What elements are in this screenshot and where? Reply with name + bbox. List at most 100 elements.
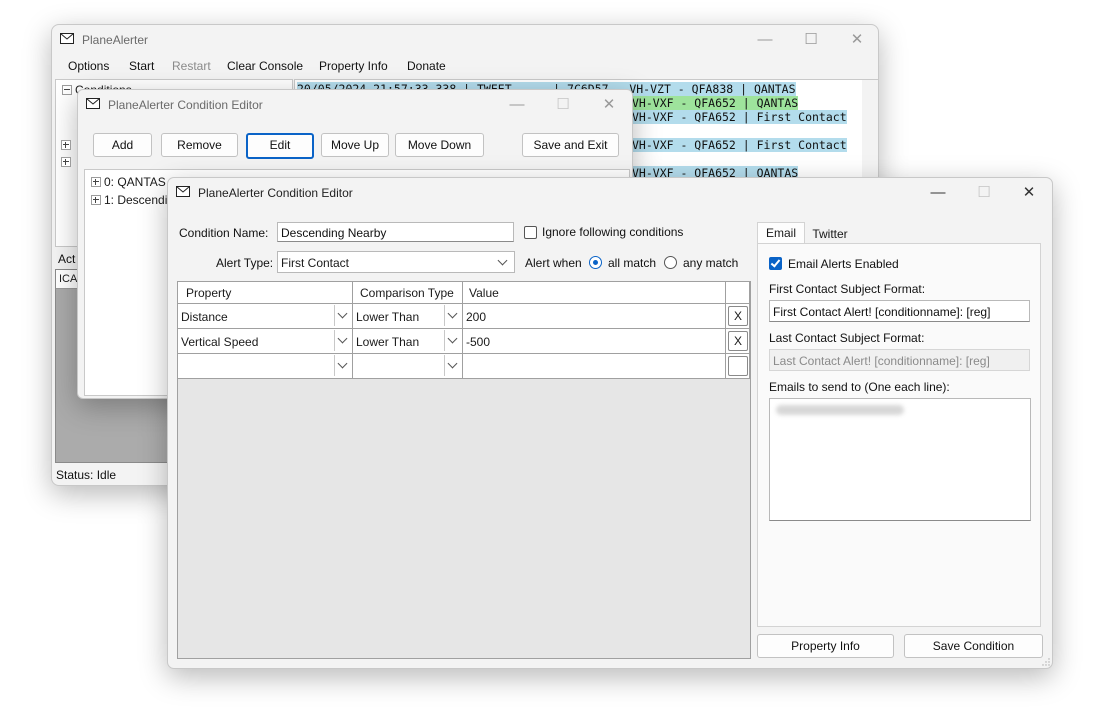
menu-options[interactable]: Options (68, 59, 109, 73)
grid-header-value[interactable]: Value (463, 282, 726, 304)
chevron-down-icon (337, 308, 348, 319)
email-tab-page: Email Alerts Enabled First Contact Subje… (757, 243, 1041, 627)
maximize-button[interactable]: ☐ (788, 25, 834, 55)
grid-header-comparison[interactable]: Comparison Type (353, 282, 463, 304)
property-dropdown[interactable] (334, 305, 351, 326)
emails-textarea[interactable] (769, 398, 1031, 521)
grid-header-property[interactable]: Property (178, 282, 353, 304)
maximize-button: ☐ (977, 184, 991, 201)
save-and-exit-button[interactable]: Save and Exit (522, 133, 619, 157)
remove-button[interactable]: Remove (161, 133, 238, 157)
minimize-button[interactable]: — (742, 25, 788, 55)
comparison-dropdown[interactable] (444, 305, 461, 326)
expand-icon[interactable] (91, 177, 101, 187)
menu-donate[interactable]: Donate (407, 59, 446, 73)
add-button[interactable]: Add (93, 133, 152, 157)
new-property-cell[interactable] (178, 354, 353, 379)
edit-button[interactable]: Edit (246, 133, 314, 159)
front-condition-editor: PlaneAlerter Condition Editor — ☐ ✕ Cond… (167, 177, 1053, 669)
alert-type-label: Alert Type: (216, 256, 274, 270)
menu-start[interactable]: Start (129, 59, 154, 73)
chevron-down-icon (447, 333, 458, 344)
close-button[interactable]: ✕ (1006, 178, 1052, 208)
minimize-button[interactable]: — (494, 90, 540, 120)
value-cell[interactable]: -500 (463, 329, 726, 354)
property-cell[interactable]: Distance (178, 304, 353, 329)
chevron-down-icon (337, 358, 348, 369)
front-editor-title: PlaneAlerter Condition Editor (198, 186, 353, 200)
remove-row-button[interactable]: X (728, 306, 748, 326)
last-subject-input: Last Contact Alert! [conditionname]: [re… (769, 349, 1030, 371)
tree-node-condition-0[interactable]: 0: QANTAS (91, 175, 166, 189)
emails-label: Emails to send to (One each line): (769, 380, 950, 394)
chevron-down-icon (447, 358, 458, 369)
property-dropdown[interactable] (334, 355, 351, 376)
remove-row-button[interactable]: X (728, 331, 748, 351)
comparison-cell[interactable]: Lower Than (353, 304, 463, 329)
comparison-cell[interactable]: Lower Than (353, 329, 463, 354)
property-cell[interactable]: Vertical Speed (178, 329, 353, 354)
ignore-following-checkbox[interactable] (524, 226, 537, 239)
all-match-label: all match (608, 256, 657, 270)
new-value-cell[interactable] (463, 354, 726, 379)
status-text: Status: Idle (56, 468, 117, 482)
expand-icon[interactable] (91, 195, 101, 205)
envelope-icon (60, 33, 74, 44)
back-editor-titlebar[interactable]: PlaneAlerter Condition Editor — ☐ ✕ (78, 90, 632, 120)
move-down-button[interactable]: Move Down (395, 133, 484, 157)
condition-name-input[interactable]: Descending Nearby (277, 222, 514, 242)
remove-row-button[interactable] (728, 356, 748, 376)
menu-restart[interactable]: Restart (172, 59, 211, 73)
tab-email[interactable]: Email (757, 222, 805, 243)
comparison-dropdown[interactable] (444, 330, 461, 351)
any-match-radio[interactable] (664, 256, 677, 269)
chevron-down-icon (337, 333, 348, 344)
expand-icon[interactable] (61, 157, 71, 167)
new-comparison-cell[interactable] (353, 354, 463, 379)
property-dropdown[interactable] (334, 330, 351, 351)
alert-type-select[interactable]: First Contact (277, 251, 515, 273)
all-match-radio[interactable] (589, 256, 602, 269)
condition-name-label: Condition Name: (179, 226, 269, 240)
envelope-icon (176, 186, 190, 197)
console-line: VH-VXF - QFA652 | QANTAS (632, 96, 799, 110)
resize-grip-icon[interactable] (1042, 658, 1050, 666)
menubar: Options Start Restart Clear Console Prop… (52, 55, 878, 77)
any-match-label: any match (683, 256, 739, 270)
remove-row-cell: X (726, 329, 750, 354)
first-subject-label: First Contact Subject Format: (769, 282, 926, 296)
active-label: Act (58, 252, 76, 266)
property-info-button[interactable]: Property Info (757, 634, 894, 658)
console-line: VH-VXF - QFA652 | First Contact (632, 138, 847, 152)
tree-node-condition-1[interactable]: 1: Descendir (91, 193, 171, 207)
redacted-email (776, 405, 904, 415)
chevron-down-icon (497, 255, 508, 266)
front-editor-titlebar[interactable]: PlaneAlerter Condition Editor — ☐ ✕ (168, 178, 1052, 208)
email-alerts-label: Email Alerts Enabled (788, 257, 899, 271)
minimize-button[interactable]: — (915, 178, 961, 208)
move-up-button[interactable]: Move Up (321, 133, 389, 157)
console-line: VH-VXF - QFA652 | First Contact (632, 110, 847, 124)
main-window-title: PlaneAlerter (82, 33, 149, 47)
alert-type-value: First Contact (281, 256, 350, 270)
value-cell[interactable]: 200 (463, 304, 726, 329)
grid-header-remove (726, 282, 750, 304)
maximize-button: ☐ (556, 96, 570, 113)
comparison-dropdown[interactable] (444, 355, 461, 376)
menu-property-info[interactable]: Property Info (319, 59, 388, 73)
console-scrollbar[interactable] (862, 80, 878, 190)
conditions-grid[interactable]: Property Comparison Type Value Distance … (177, 281, 751, 659)
alert-when-label: Alert when (525, 256, 582, 270)
collapse-icon[interactable] (62, 85, 72, 95)
first-subject-input[interactable]: First Contact Alert! [conditionname]: [r… (769, 300, 1030, 322)
save-condition-button[interactable]: Save Condition (904, 634, 1043, 658)
email-alerts-checkbox[interactable] (769, 257, 782, 270)
expand-icon[interactable] (61, 140, 71, 150)
back-editor-title: PlaneAlerter Condition Editor (108, 98, 263, 112)
new-remove-cell (726, 354, 750, 379)
close-button[interactable]: ✕ (586, 90, 632, 120)
menu-clear-console[interactable]: Clear Console (227, 59, 303, 73)
tab-twitter[interactable]: Twitter (806, 224, 854, 244)
close-button[interactable]: ✕ (834, 25, 878, 55)
main-titlebar[interactable]: PlaneAlerter — ☐ ✕ (52, 25, 878, 55)
